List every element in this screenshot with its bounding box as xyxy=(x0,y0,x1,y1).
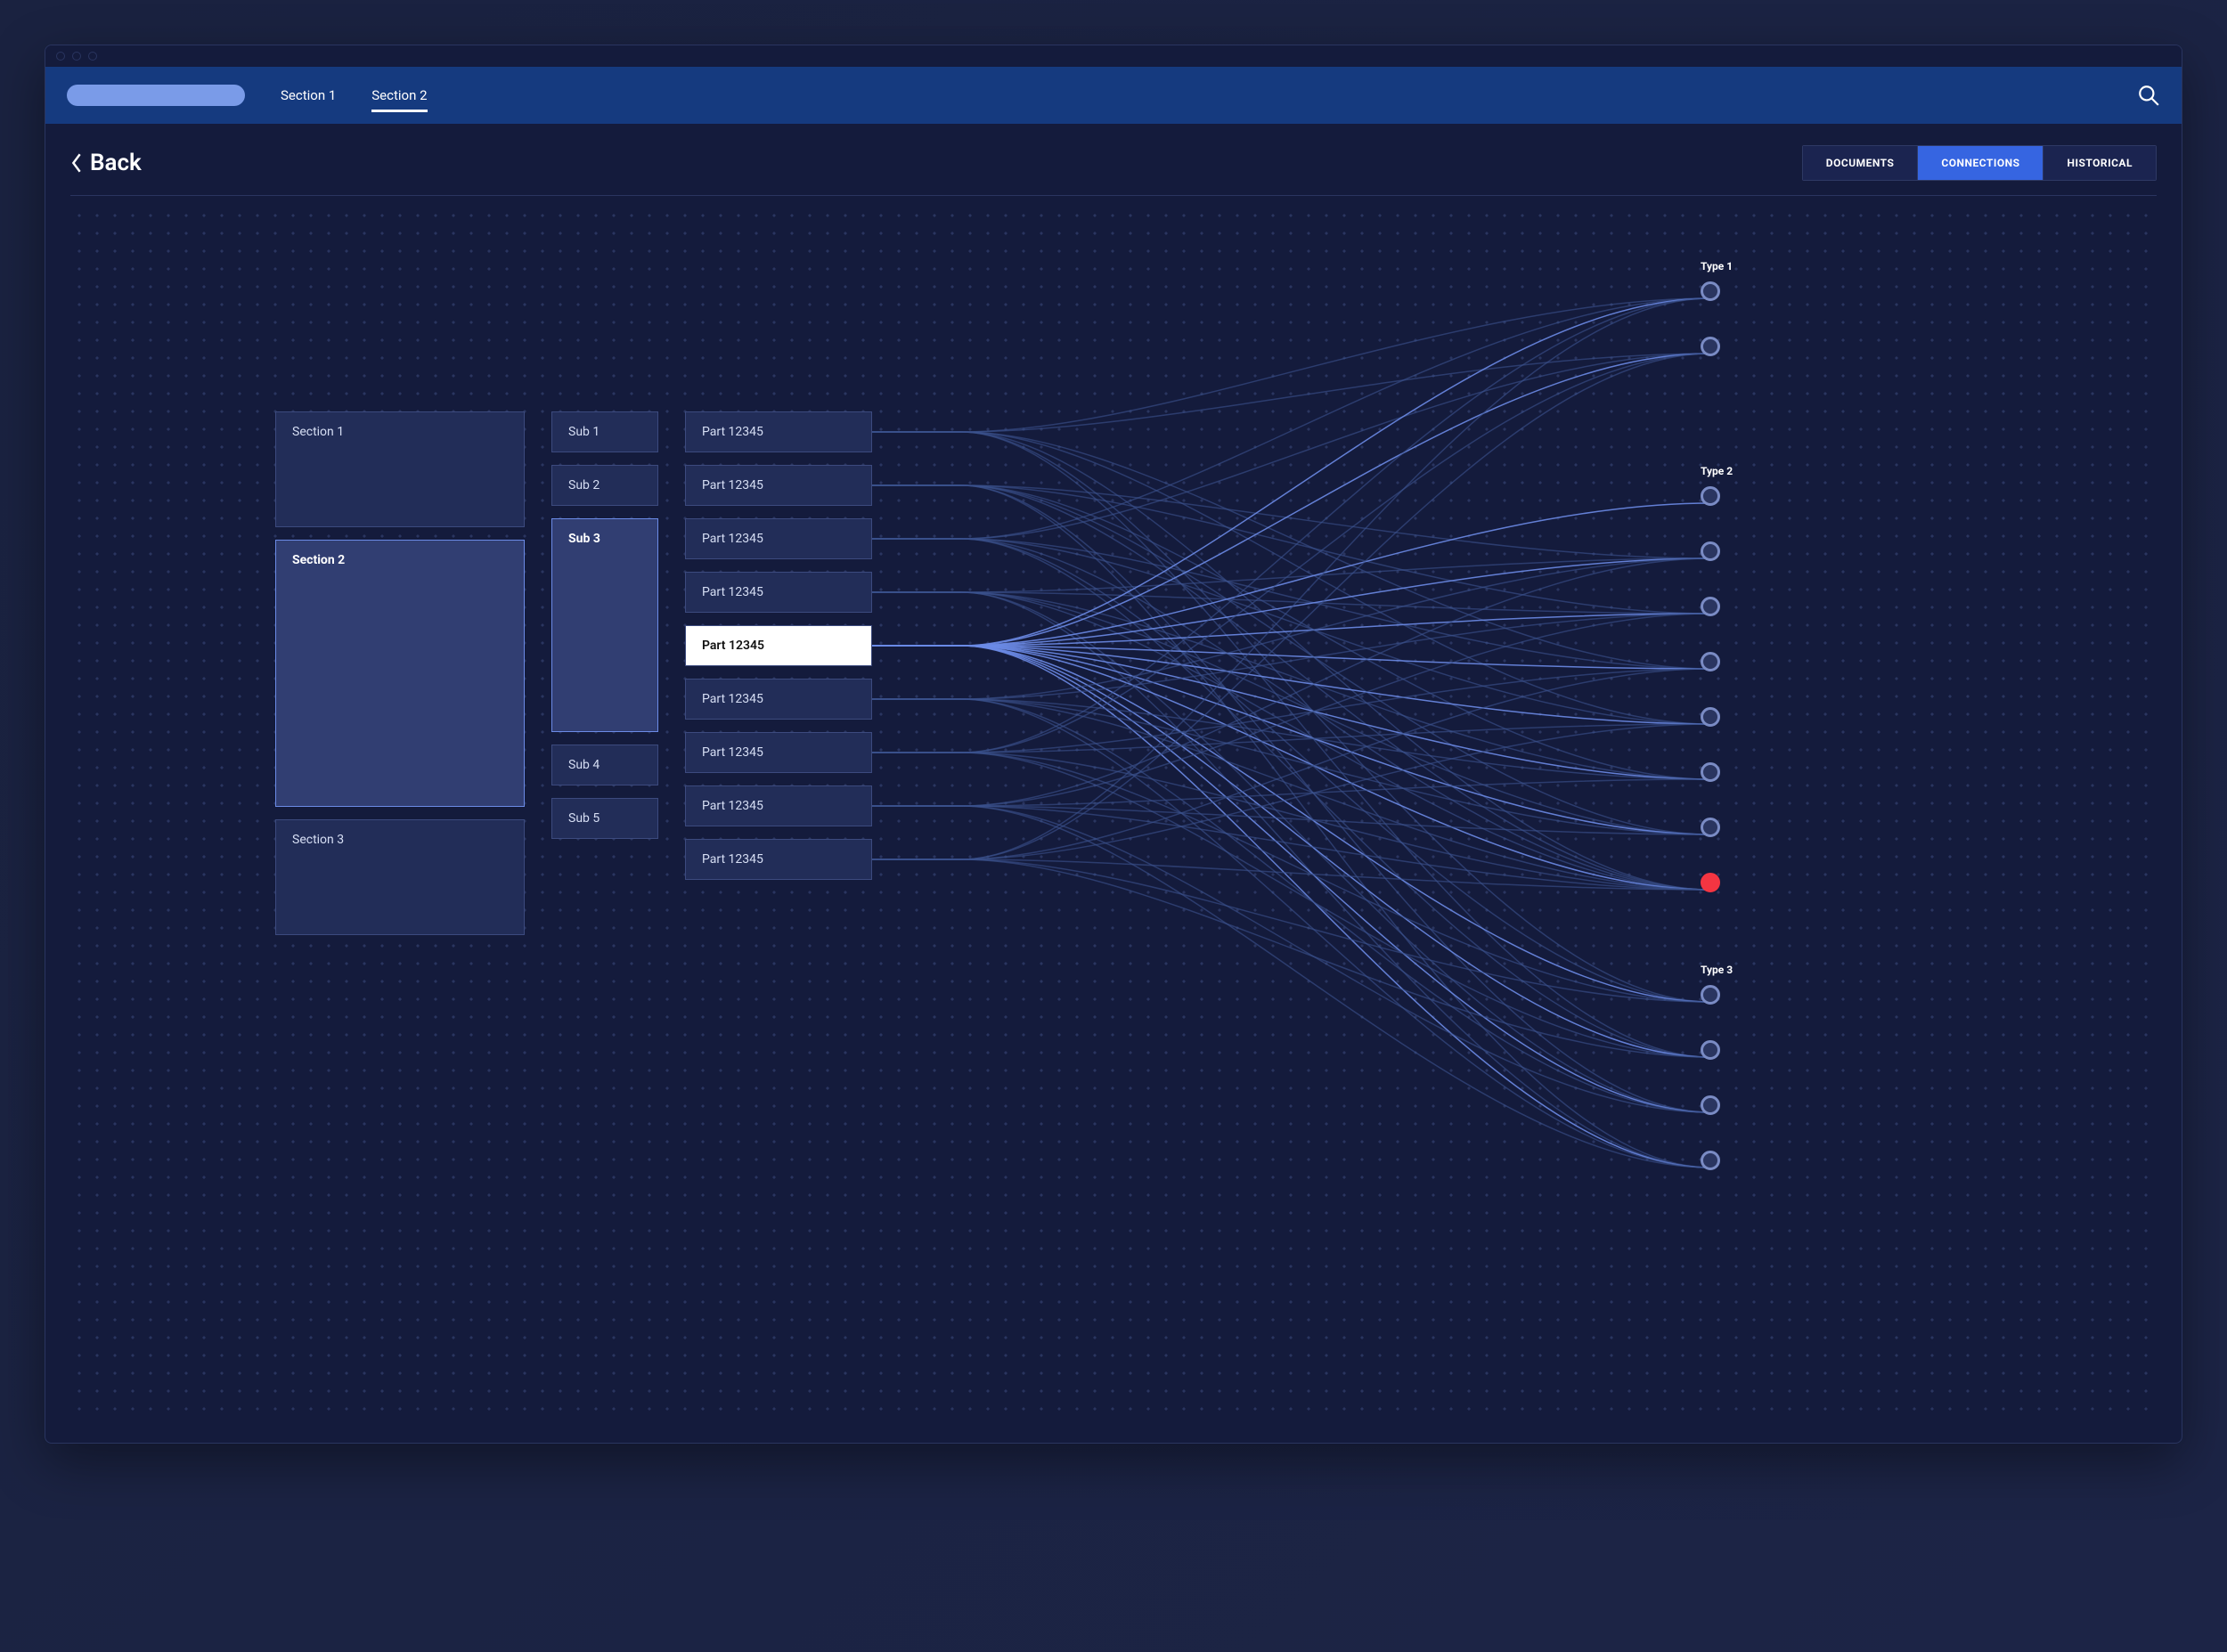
top-bar: Section 1 Section 2 xyxy=(45,67,2182,124)
connection-node[interactable] xyxy=(1701,707,1720,727)
sub-box-3[interactable]: Sub 3 xyxy=(551,518,658,732)
chevron-left-icon xyxy=(70,153,83,173)
connection-node[interactable] xyxy=(1701,818,1720,837)
divider xyxy=(70,195,2157,196)
back-label: Back xyxy=(90,150,142,176)
part-box-7[interactable]: Part 12345 xyxy=(685,785,872,826)
graph-canvas[interactable]: Section 1 Section 2 Section 3 Sub 1 Sub … xyxy=(70,207,2157,1418)
connection-node[interactable] xyxy=(1701,652,1720,671)
part-box-6[interactable]: Part 12345 xyxy=(685,732,872,773)
window-close-dot[interactable] xyxy=(56,52,65,61)
connection-node[interactable] xyxy=(1701,541,1720,561)
part-box-2[interactable]: Part 12345 xyxy=(685,518,872,559)
connection-node[interactable] xyxy=(1701,337,1720,356)
tab-historical[interactable]: HISTORICAL xyxy=(2043,146,2156,180)
tab-connections[interactable]: CONNECTIONS xyxy=(1918,146,2043,180)
sub-box-5[interactable]: Sub 5 xyxy=(551,798,658,839)
connection-node[interactable] xyxy=(1701,1151,1720,1170)
connection-node[interactable] xyxy=(1701,1040,1720,1060)
back-button[interactable]: Back xyxy=(70,150,142,176)
logo-placeholder xyxy=(67,85,245,106)
column-subs: Sub 1 Sub 2 Sub 3 Sub 4 Sub 5 xyxy=(551,411,658,851)
node-group-label: Type 2 xyxy=(1701,465,1733,477)
node-group-label: Type 1 xyxy=(1701,260,1733,273)
connection-node[interactable] xyxy=(1701,597,1720,616)
section-box-1[interactable]: Section 1 xyxy=(275,411,525,527)
connection-node[interactable] xyxy=(1701,281,1720,301)
part-box-3[interactable]: Part 12345 xyxy=(685,572,872,613)
node-group-label: Type 3 xyxy=(1701,964,1733,976)
window-min-dot[interactable] xyxy=(72,52,81,61)
part-box-1[interactable]: Part 12345 xyxy=(685,465,872,506)
top-nav-tabs: Section 1 Section 2 xyxy=(281,69,428,121)
node-group-1: Type 2 xyxy=(1701,465,1733,928)
nav-tab-section-1[interactable]: Section 1 xyxy=(281,69,336,121)
search-icon[interactable] xyxy=(2137,84,2160,107)
sub-header: Back DOCUMENTS CONNECTIONS HISTORICAL xyxy=(45,124,2182,188)
nav-tab-section-2[interactable]: Section 2 xyxy=(371,69,427,121)
section-box-3[interactable]: Section 3 xyxy=(275,819,525,935)
sub-box-1[interactable]: Sub 1 xyxy=(551,411,658,452)
part-box-5[interactable]: Part 12345 xyxy=(685,679,872,720)
connection-node[interactable] xyxy=(1701,873,1720,892)
column-sections: Section 1 Section 2 Section 3 xyxy=(275,411,525,948)
section-box-2[interactable]: Section 2 xyxy=(275,540,525,807)
node-group-0: Type 1 xyxy=(1701,260,1733,392)
part-box-4-selected[interactable]: Part 12345 xyxy=(685,625,872,666)
part-box-8[interactable]: Part 12345 xyxy=(685,839,872,880)
window-max-dot[interactable] xyxy=(88,52,97,61)
sub-box-2[interactable]: Sub 2 xyxy=(551,465,658,506)
column-parts: Part 12345 Part 12345 Part 12345 Part 12… xyxy=(685,411,872,892)
tab-documents[interactable]: DOCUMENTS xyxy=(1803,146,1919,180)
connection-node[interactable] xyxy=(1701,486,1720,506)
connection-node[interactable] xyxy=(1701,985,1720,1005)
connection-node[interactable] xyxy=(1701,1095,1720,1115)
window-titlebar xyxy=(45,45,2182,67)
sub-box-4[interactable]: Sub 4 xyxy=(551,745,658,785)
app-window: Section 1 Section 2 Back DOCUMENTS CONNE… xyxy=(45,45,2182,1444)
connection-node[interactable] xyxy=(1701,762,1720,782)
node-group-2: Type 3 xyxy=(1701,964,1733,1206)
part-box-0[interactable]: Part 12345 xyxy=(685,411,872,452)
view-toggle: DOCUMENTS CONNECTIONS HISTORICAL xyxy=(1802,145,2157,181)
